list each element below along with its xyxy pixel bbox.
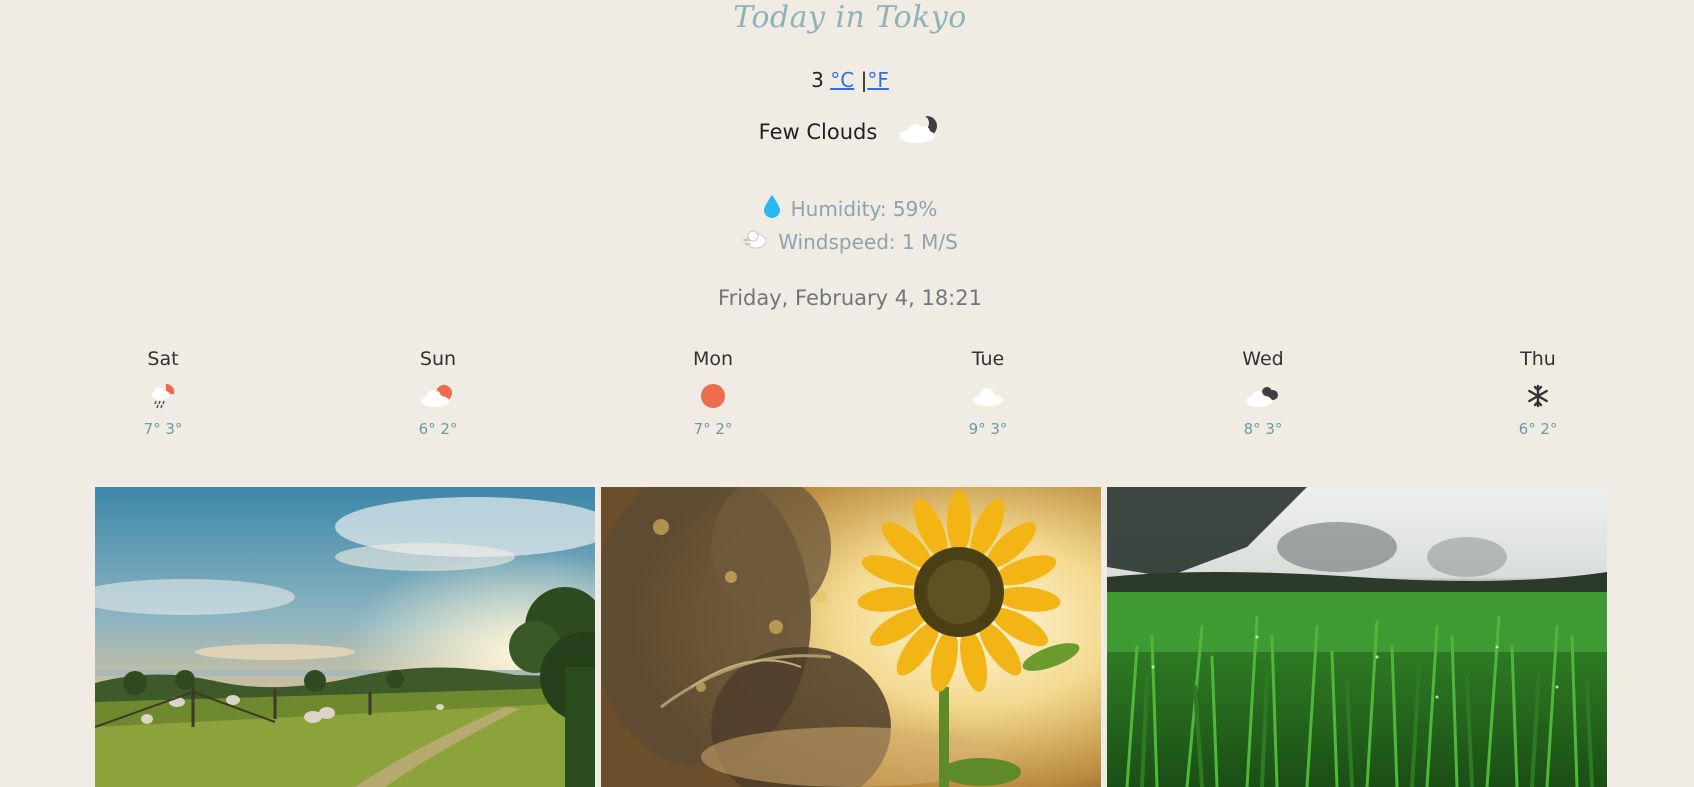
forecast-temps: 8° 3° [1243,420,1283,438]
celsius-link[interactable]: °C [830,68,854,92]
forecast-temps: 6° 2° [418,420,458,438]
forecast-day-sat: Sat 7° 3° [123,348,203,438]
forecast-day-tue: Tue 9° 3° [948,348,1028,438]
condition-text: Few Clouds [758,119,878,144]
forecast-temps: 6° 2° [1518,420,1558,438]
page-title: Today in Tokyo [733,0,967,35]
sun-cloud-rain-icon [123,376,203,416]
wind-icon [742,228,768,255]
water-drop-icon [763,194,781,223]
current-condition: Few Clouds [0,114,1694,149]
humidity-label: Humidity: 59% [790,196,938,221]
dark-clouds-icon [1223,376,1303,416]
snowflake-icon [1498,376,1578,416]
sunflower-photo [601,487,1101,787]
sun-cloud-icon [398,376,478,416]
forecast-day-name: Thu [1520,348,1556,370]
current-temperature: 3 °C |°F [0,68,1694,92]
forecast-temps: 7° 2° [693,420,733,438]
forecast-day-mon: Mon 7° 2° [673,348,753,438]
cloud-moon-icon [897,114,941,149]
forecast-day-name: Mon [692,348,734,370]
forecast-day-name: Wed [1242,348,1284,370]
grass-photo [1107,487,1607,787]
forecast-day-sun: Sun 6° 2° [398,348,478,438]
sun-icon [673,376,753,416]
humidity-row: Humidity: 59% [0,194,1694,223]
forecast-temps: 9° 3° [968,420,1008,438]
forecast-temps: 7° 3° [143,420,183,438]
farm-landscape-photo [95,487,595,787]
fahrenheit-link[interactable]: °F [867,68,889,92]
windspeed-label: Windspeed: 1 M/S [778,229,958,254]
current-datetime: Friday, February 4, 18:21 [718,286,982,310]
forecast-row: Sat 7° 3° Sun 6° 2° Mon 7° 2° Tue 9° 3° … [0,348,1694,458]
forecast-day-name: Sun [419,348,457,370]
forecast-day-name: Sat [147,348,179,370]
forecast-day-wed: Wed 8° 3° [1223,348,1303,438]
cloud-icon [948,376,1028,416]
forecast-day-thu: Thu 6° 2° [1498,348,1578,438]
forecast-day-name: Tue [971,348,1005,370]
temperature-value: 3 [811,68,824,92]
wind-row: Windspeed: 1 M/S [0,228,1694,255]
